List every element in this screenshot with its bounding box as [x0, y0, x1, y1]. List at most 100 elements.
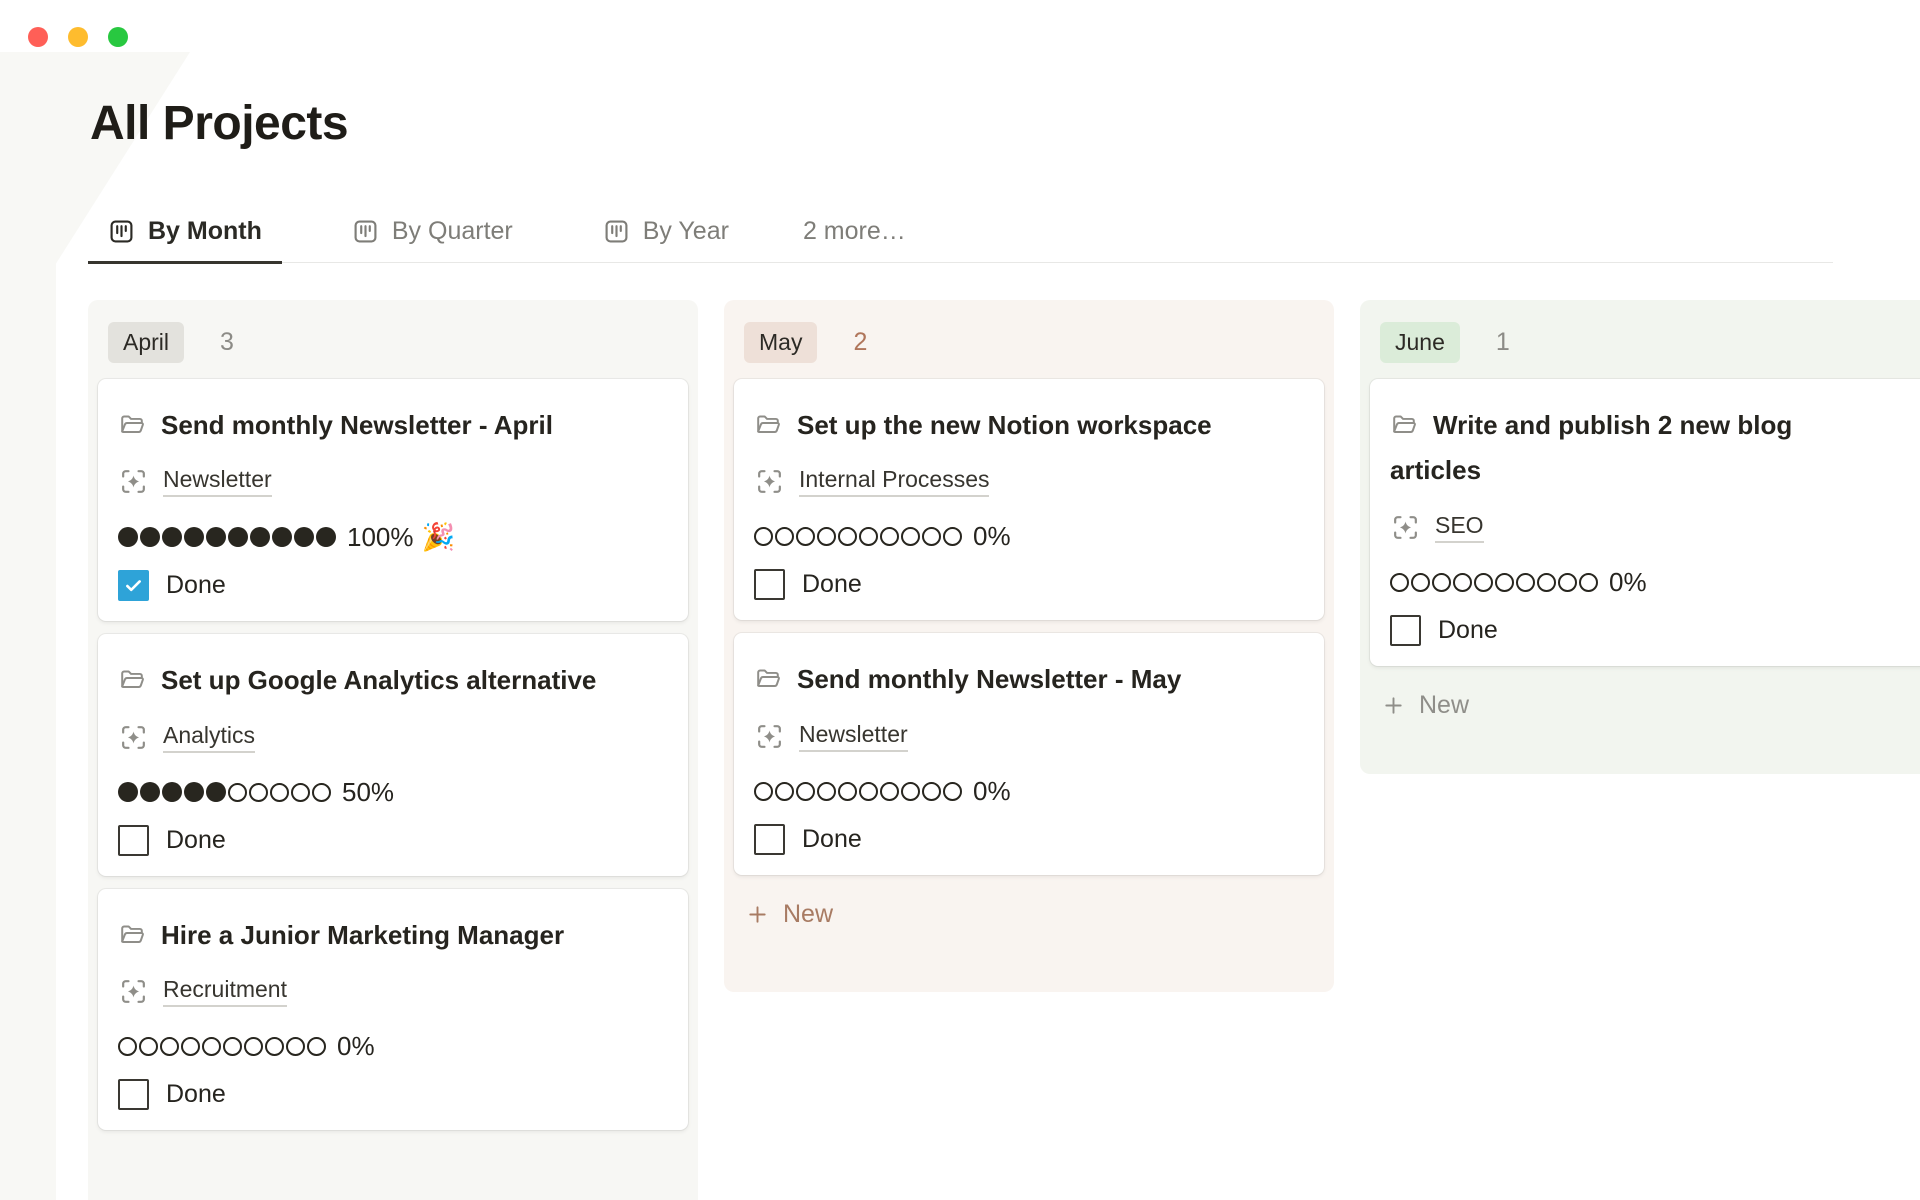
tab-label: By Quarter: [392, 217, 513, 246]
done-checkbox[interactable]: [754, 569, 785, 600]
tab-by-month[interactable]: By Month: [88, 205, 282, 264]
project-card[interactable]: Send monthly Newsletter - May Newsletter…: [734, 633, 1324, 875]
done-label: Done: [166, 826, 226, 855]
progress-row: 0%: [1390, 567, 1920, 598]
progress-percent: 0%: [973, 776, 1011, 807]
project-tag-row: SEO: [1390, 512, 1920, 543]
card-title-row[interactable]: Set up the new Notion workspace: [754, 403, 1304, 449]
card-title-text: Hire a Junior Marketing Manager: [161, 920, 564, 950]
kanban-board: April 3 Send monthly Newsletter - April …: [88, 300, 1920, 1200]
window-controls: [28, 27, 128, 47]
column-header: April 3: [98, 310, 688, 379]
project-card[interactable]: Send monthly Newsletter - April Newslett…: [98, 379, 688, 622]
project-tag-link[interactable]: Internal Processes: [799, 466, 989, 497]
column-april: April 3 Send monthly Newsletter - April …: [88, 300, 698, 1200]
done-checkbox[interactable]: [118, 570, 149, 601]
new-card-button[interactable]: New: [734, 888, 845, 941]
column-header: June 1: [1370, 310, 1920, 379]
more-views-button[interactable]: 2 more…: [799, 205, 910, 264]
more-views-label: 2 more…: [803, 217, 906, 246]
done-row: Done: [754, 824, 1304, 855]
project-card[interactable]: Set up the new Notion workspace Internal…: [734, 379, 1324, 621]
project-tag-link[interactable]: Newsletter: [799, 721, 908, 752]
checkmark-icon: [123, 575, 144, 596]
done-label: Done: [166, 1080, 226, 1109]
column-name-pill[interactable]: April: [108, 322, 184, 363]
project-tag-row: Recruitment: [118, 976, 668, 1007]
new-card-label: New: [783, 900, 833, 929]
project-tag-row: Newsletter: [754, 721, 1304, 752]
minimize-window-button[interactable]: [68, 27, 88, 47]
card-title-row[interactable]: Send monthly Newsletter - April: [118, 403, 668, 449]
project-card[interactable]: Set up Google Analytics alternative Anal…: [98, 634, 688, 876]
done-checkbox[interactable]: [118, 825, 149, 856]
new-card-label: New: [1419, 691, 1469, 720]
done-label: Done: [802, 570, 862, 599]
progress-row: 0%: [754, 521, 1304, 552]
folder-icon: [118, 411, 146, 439]
project-card[interactable]: Write and publish 2 new blog articles SE…: [1370, 379, 1920, 666]
progress-percent: 0%: [973, 521, 1011, 552]
progress-percent: 100%: [347, 522, 414, 553]
progress-dots: [1390, 573, 1598, 592]
tab-label: By Month: [148, 217, 262, 246]
done-checkbox[interactable]: [118, 1079, 149, 1110]
progress-dots: [754, 782, 962, 801]
done-label: Done: [166, 571, 226, 600]
celebration-emoji: 🎉: [422, 521, 456, 553]
card-title-row[interactable]: Write and publish 2 new blog articles: [1390, 403, 1890, 494]
project-tag-link[interactable]: Recruitment: [163, 976, 287, 1007]
card-title-text: Set up Google Analytics alternative: [161, 665, 596, 695]
card-title-text: Write and publish 2 new blog articles: [1390, 410, 1792, 486]
project-target-icon: [118, 976, 149, 1007]
card-title-row[interactable]: Send monthly Newsletter - May: [754, 657, 1304, 703]
project-tag-link[interactable]: Newsletter: [163, 466, 272, 497]
card-title-row[interactable]: Set up Google Analytics alternative: [118, 658, 668, 704]
folder-icon: [754, 411, 782, 439]
folder-icon: [1390, 411, 1418, 439]
column-name-pill[interactable]: May: [744, 322, 817, 363]
done-row: Done: [1390, 615, 1920, 646]
card-title-row[interactable]: Hire a Junior Marketing Manager: [118, 913, 668, 959]
card-title-text: Send monthly Newsletter - April: [161, 410, 553, 440]
project-target-icon: [1390, 512, 1421, 543]
board-view-icon: [352, 218, 379, 245]
project-target-icon: [754, 466, 785, 497]
tab-label: By Year: [643, 217, 729, 246]
done-row: Done: [118, 825, 668, 856]
view-tabs: By Month By Quarter By Year 2 more…: [88, 205, 1833, 263]
column-june: June 1 Write and publish 2 new blog arti…: [1360, 300, 1920, 774]
column-card-count: 2: [853, 328, 867, 357]
folder-icon: [118, 921, 146, 949]
done-label: Done: [802, 825, 862, 854]
tab-by-year[interactable]: By Year: [583, 205, 749, 264]
folder-icon: [754, 665, 782, 693]
tab-by-quarter[interactable]: By Quarter: [332, 205, 533, 264]
done-row: Done: [118, 570, 668, 601]
card-title-text: Set up the new Notion workspace: [797, 410, 1212, 440]
progress-dots: [118, 1037, 326, 1056]
project-card[interactable]: Hire a Junior Marketing Manager Recruitm…: [98, 889, 688, 1131]
project-tag-link[interactable]: SEO: [1435, 512, 1484, 543]
column-name-pill[interactable]: June: [1380, 322, 1460, 363]
progress-dots: [754, 527, 962, 546]
new-card-button[interactable]: New: [1370, 679, 1481, 732]
close-window-button[interactable]: [28, 27, 48, 47]
project-tag-row: Newsletter: [118, 466, 668, 497]
done-checkbox[interactable]: [754, 824, 785, 855]
done-row: Done: [754, 569, 1304, 600]
progress-percent: 0%: [337, 1031, 375, 1062]
project-tag-row: Analytics: [118, 722, 668, 753]
zoom-window-button[interactable]: [108, 27, 128, 47]
project-tag-link[interactable]: Analytics: [163, 722, 255, 753]
progress-percent: 50%: [342, 777, 394, 808]
done-checkbox[interactable]: [1390, 615, 1421, 646]
progress-row: 0%: [754, 776, 1304, 807]
board-view-icon: [603, 218, 630, 245]
project-target-icon: [118, 466, 149, 497]
page-title[interactable]: All Projects: [90, 96, 348, 151]
project-target-icon: [754, 721, 785, 752]
column-may: May 2 Set up the new Notion workspace In…: [724, 300, 1334, 992]
column-card-count: 3: [220, 328, 234, 357]
progress-percent: 0%: [1609, 567, 1647, 598]
